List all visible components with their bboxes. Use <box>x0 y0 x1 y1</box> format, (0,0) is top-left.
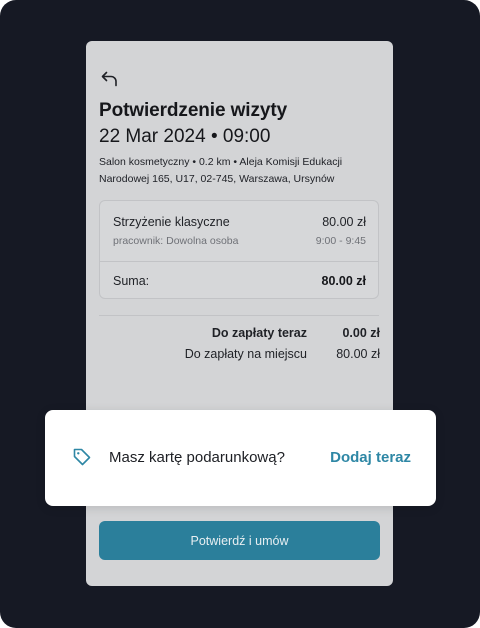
pay-now-label: Do zapłaty teraz <box>211 326 307 340</box>
summary-divider <box>100 261 378 262</box>
gift-card-question: Masz kartę podarunkową? <box>109 449 285 466</box>
service-name: Strzyżenie klasyczne <box>113 215 230 229</box>
total-label: Suma: <box>113 274 150 288</box>
page-title: Potwierdzenie wizyty <box>99 100 288 121</box>
total-value: 80.00 zł <box>321 274 366 288</box>
pay-later-value: 80.00 zł <box>336 347 380 361</box>
order-summary: Strzyżenie klasyczne 80.00 zł pracownik:… <box>99 200 379 299</box>
add-gift-card-link[interactable]: Dodaj teraz <box>330 449 411 466</box>
service-worker: pracownik: Dowolna osoba <box>113 235 239 247</box>
gift-card-popup: Masz kartę podarunkową? Dodaj teraz <box>45 410 436 506</box>
service-price: 80.00 zł <box>322 215 366 229</box>
confirm-booking-button[interactable]: Potwierdź i umów <box>99 521 380 560</box>
phone-frame: Potwierdzenie wizyty 22 Mar 2024 • 09:00… <box>0 0 480 628</box>
tag-icon <box>73 448 91 466</box>
salon-address: Salon kosmetyczny • 0.2 km • Aleja Komis… <box>99 156 343 185</box>
pay-now-value: 0.00 zł <box>342 326 380 340</box>
service-time: 9:00 - 9:45 <box>315 235 366 247</box>
back-arrow-icon[interactable] <box>100 69 120 89</box>
visit-datetime: 22 Mar 2024 • 09:00 <box>99 126 271 147</box>
payment-divider <box>99 315 379 316</box>
pay-later-label: Do zapłaty na miejscu <box>184 347 307 361</box>
